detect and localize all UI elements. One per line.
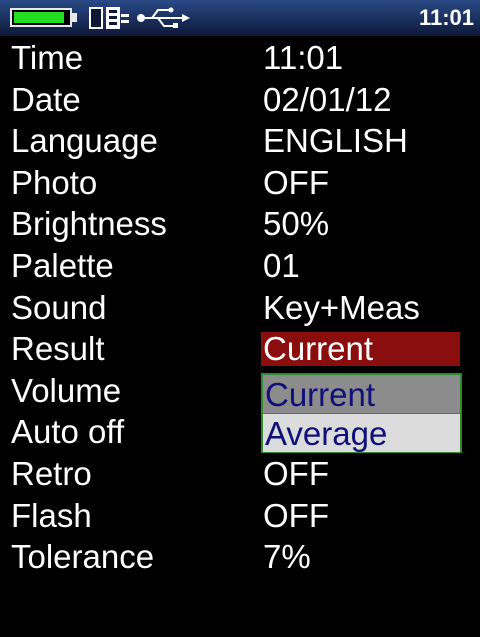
setting-label: Time: [11, 39, 84, 76]
setting-row-date[interactable]: Date 02/01/12: [0, 79, 480, 121]
setting-value: OFF: [263, 163, 329, 201]
battery-icon: [10, 8, 72, 27]
clock: 11:01: [418, 5, 474, 30]
setting-row-tolerance[interactable]: Tolerance 7%: [0, 536, 480, 578]
settings-menu: Time 11:01 Date 02/01/12 Language ENGLIS…: [0, 37, 480, 578]
setting-label: Date: [11, 80, 81, 118]
setting-label: Language: [11, 122, 158, 160]
setting-value: OFF: [263, 454, 329, 492]
setting-value: 7%: [263, 538, 311, 576]
setting-label: Sound: [11, 288, 107, 326]
setting-value: 50%: [263, 205, 330, 243]
setting-value: 01: [263, 246, 300, 284]
battery-tip: [72, 13, 77, 22]
setting-row-language[interactable]: Language ENGLISH: [0, 120, 480, 162]
setting-row-brightness[interactable]: Brightness 50%: [0, 203, 480, 245]
usb-icon: [137, 7, 190, 28]
dropdown-option-average[interactable]: Average: [263, 413, 460, 452]
memory-card-icon: [89, 7, 129, 29]
result-dropdown[interactable]: Current Average: [261, 373, 462, 453]
setting-row-retro[interactable]: Retro OFF: [0, 453, 480, 495]
setting-value: Key+Meas: [263, 288, 420, 326]
setting-value: 11:01: [263, 39, 344, 76]
battery-level-fill: [14, 12, 64, 23]
setting-label: Auto off: [11, 413, 125, 451]
setting-label: Retro: [11, 454, 92, 492]
setting-row-palette[interactable]: Palette 01: [0, 245, 480, 287]
setting-value-selected[interactable]: Current: [263, 328, 373, 370]
setting-label: Result: [11, 330, 105, 368]
setting-row-photo[interactable]: Photo OFF: [0, 162, 480, 204]
setting-row-result[interactable]: Result Current: [0, 328, 480, 370]
setting-label: Volume: [11, 371, 122, 409]
setting-value: 02/01/12: [263, 80, 392, 118]
dropdown-option-current[interactable]: Current: [263, 375, 460, 413]
setting-row-time[interactable]: Time 11:01: [0, 37, 480, 79]
setting-value: ENGLISH: [263, 122, 408, 160]
setting-row-sound[interactable]: Sound Key+Meas: [0, 287, 480, 329]
setting-label: Flash: [11, 496, 92, 534]
setting-value: OFF: [263, 496, 329, 534]
setting-label: Brightness: [11, 205, 167, 243]
setting-label: Palette: [11, 246, 114, 284]
setting-label: Photo: [11, 163, 98, 201]
status-bar: 11:01: [0, 0, 480, 36]
setting-row-flash[interactable]: Flash OFF: [0, 495, 480, 537]
setting-label: Tolerance: [11, 538, 155, 576]
